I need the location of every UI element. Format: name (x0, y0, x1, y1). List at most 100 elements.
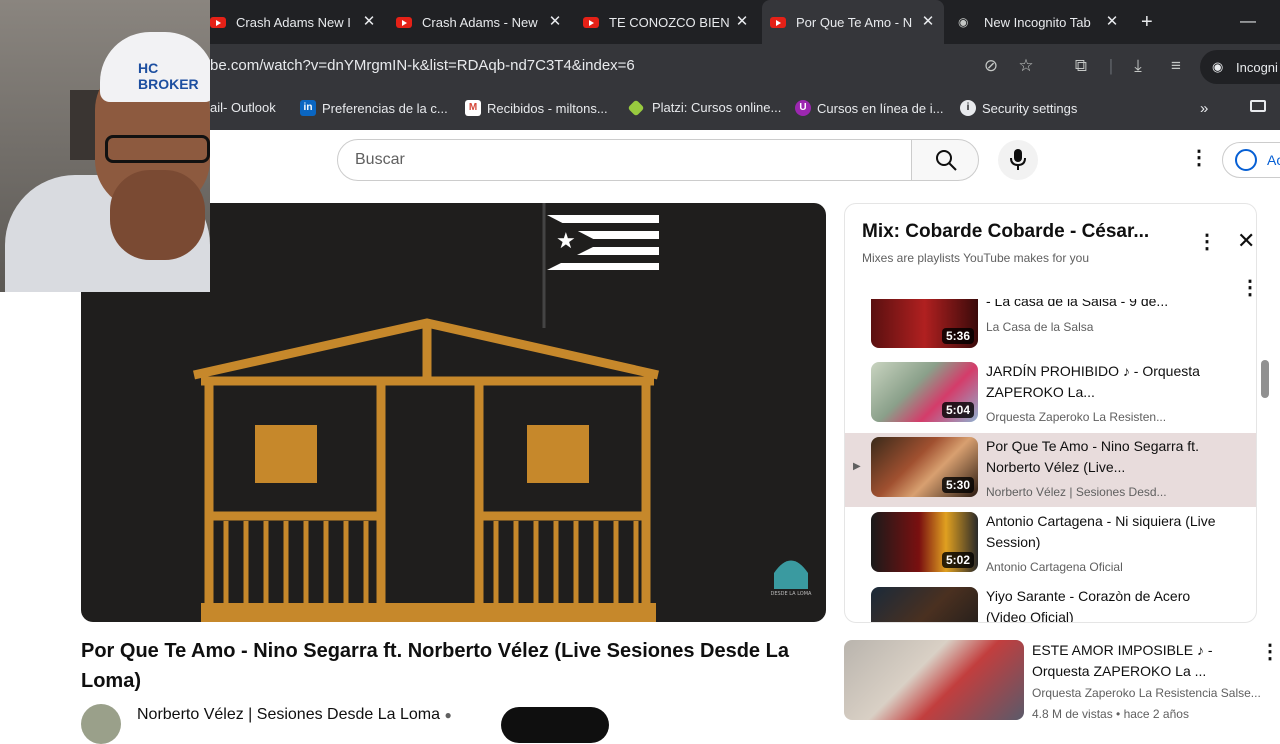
bookmark-outlook[interactable]: ail- Outlook (210, 100, 276, 115)
bookmark-label: Cursos en línea de i... (817, 100, 944, 116)
eye-off-icon[interactable]: ⊘ (980, 56, 1002, 76)
playlist-more-icon[interactable]: ⋮ (1240, 278, 1256, 298)
watermark-label: DESDE LA LOMA (771, 591, 813, 597)
close-tab-icon[interactable]: ✕ (545, 12, 565, 30)
close-tab-icon[interactable]: ✕ (732, 12, 752, 30)
rec-menu-icon[interactable]: ⋮ (1260, 642, 1280, 662)
sign-in-button[interactable]: Ac (1222, 142, 1280, 178)
tab-title: Crash Adams New I (236, 14, 351, 30)
bookmark-label: Recibidos - miltons... (487, 100, 608, 116)
duration-badge: 5:30 (941, 477, 974, 493)
video-thumbnail: 5:30 (871, 437, 978, 497)
tab-crash-adams-2[interactable]: Crash Adams - New ✕ (396, 6, 571, 38)
tab-title: Crash Adams - New (422, 14, 538, 30)
bookmark-label: Preferencias de la c... (322, 100, 448, 116)
voice-search-button[interactable] (998, 140, 1038, 180)
incognito-icon: ◉ (1212, 59, 1224, 74)
close-tab-icon[interactable]: ✕ (359, 12, 379, 30)
close-playlist-icon[interactable]: ✕ (1237, 230, 1255, 252)
search-button[interactable] (911, 139, 979, 181)
bookmark-cursos[interactable]: U Cursos en línea de i... (795, 100, 943, 116)
minimize-icon[interactable]: — (1240, 6, 1260, 38)
item-title: Yiyo Sarante - Corazòn de Acero (Video O… (986, 588, 1191, 623)
bookmark-platzi[interactable]: Platzi: Cursos online... (627, 99, 782, 116)
tab-title: New Incognito Tab (984, 14, 1091, 30)
playlist-item[interactable]: 5:36 - La casa de la Salsa - 9 de... La … (845, 299, 1256, 358)
item-title: - La casa de la Salsa - 9 de... (986, 299, 1169, 309)
cursos-icon: U (795, 100, 811, 116)
person-glasses (105, 135, 210, 163)
now-playing-icon: ▶ (853, 461, 861, 472)
puerto-rico-flag-icon: ★ (547, 215, 659, 270)
porch-railings (223, 521, 639, 603)
youtube-favicon-icon (210, 16, 226, 28)
playlist-scrollbar[interactable] (1261, 360, 1269, 398)
close-tab-icon[interactable]: ✕ (1102, 12, 1122, 30)
incognito-badge[interactable]: ◉ Incogni (1200, 50, 1280, 84)
bookmark-label: Platzi: Cursos online... (652, 100, 782, 115)
duration-badge: 5:36 (941, 328, 974, 344)
media-control-icon[interactable]: ≡ (1165, 56, 1187, 76)
tab-strip: Crash Adams New I ✕ Crash Adams - New ✕ … (210, 0, 1280, 44)
tab-new-incognito[interactable]: ◉ New Incognito Tab ✕ (958, 6, 1128, 38)
youtube-favicon-icon (770, 16, 786, 28)
playlist-item[interactable]: 5:04 JARDÍN PROHIBIDO ♪ - Orquesta ZAPER… (845, 358, 1256, 432)
bookmark-label: Security settings (982, 100, 1078, 116)
new-tab-icon[interactable]: + (1141, 6, 1161, 38)
platzi-icon (627, 99, 645, 116)
address-bar-url[interactable]: be.com/watch?v=dnYMrgmIN-k&list=RDAqb-nd… (210, 57, 635, 74)
tab-title: TE CONOZCO BIEN (609, 14, 730, 30)
bookmark-security[interactable]: i Security settings (960, 100, 1077, 116)
playlist-item[interactable]: 5:02 Antonio Cartagena - Ni siquiera (Li… (845, 508, 1256, 582)
incognito-label: Incogni (1236, 60, 1278, 75)
gmail-icon: M (465, 100, 481, 116)
video-thumbnail: 5:36 (871, 299, 978, 348)
playlist-item[interactable]: Yiyo Sarante - Corazòn de Acero (Video O… (845, 583, 1256, 623)
subscribe-button[interactable] (501, 707, 609, 743)
search-input[interactable]: Buscar (337, 139, 913, 181)
video-thumbnail: 5:04 (871, 362, 978, 422)
account-icon (1235, 149, 1257, 171)
playlist-items: 5:36 - La casa de la Salsa - 9 de... La … (845, 299, 1256, 623)
duration-badge: 5:02 (941, 552, 974, 568)
microphone-icon (1010, 149, 1026, 170)
bookmarks-bar: ail- Outlook in Preferencias de la c... … (210, 90, 1280, 126)
rec-channel: Orquesta Zaperoko La Resistencia Salse..… (1032, 686, 1261, 700)
incognito-icon: ◉ (958, 15, 969, 29)
tab-title: Por Que Te Amo - N (796, 14, 913, 30)
video-thumbnail (871, 587, 978, 622)
tab-crash-adams-1[interactable]: Crash Adams New I ✕ (210, 6, 385, 38)
divider-icon: | (1108, 56, 1114, 75)
recommended-video[interactable]: ESTE AMOR IMPOSIBLE ♪ - Orquesta ZAPEROK… (844, 640, 1280, 721)
google-lens-icon[interactable]: ⧉ (1070, 56, 1092, 76)
linkedin-icon: in (300, 100, 316, 116)
tab-te-conozco[interactable]: TE CONOZCO BIEN ✕ (583, 6, 758, 38)
video-title: Por Que Te Amo - Nino Segarra ft. Norber… (81, 640, 789, 692)
download-icon[interactable]: ⤓ (1127, 56, 1149, 76)
item-channel: La Casa de la Salsa (986, 320, 1094, 334)
settings-menu-icon[interactable]: ⋮ (1189, 148, 1209, 168)
channel-name-label: Norberto Vélez | Sesiones Desde La Loma (137, 706, 440, 723)
bookmark-star-icon[interactable]: ☆ (1015, 56, 1037, 76)
youtube-favicon-icon (583, 16, 599, 28)
channel-watermark: DESDE LA LOMA (771, 560, 813, 597)
playlist-item-current[interactable]: ▶ 5:30 Por Que Te Amo - Nino Segarra ft.… (845, 433, 1256, 507)
item-channel: Antonio Cartagena Oficial (986, 560, 1123, 574)
bookmark-gmail[interactable]: M Recibidos - miltons... (465, 100, 608, 116)
channel-avatar[interactable] (81, 704, 121, 744)
folder-icon[interactable] (1250, 100, 1266, 112)
channel-name[interactable]: Norberto Vélez | Sesiones Desde La Loma … (137, 706, 452, 724)
webcam-overlay: HC BROKER (0, 0, 210, 292)
info-icon: i (960, 100, 976, 116)
close-tab-icon[interactable]: ✕ (918, 12, 938, 30)
item-channel: Norberto Vélez | Sesiones Desd... (986, 485, 1167, 499)
item-title: Por Que Te Amo - Nino Segarra ft. Norber… (986, 438, 1199, 475)
video-thumbnail: 5:02 (871, 512, 978, 572)
youtube-favicon-icon (396, 16, 412, 28)
bookmark-linkedin[interactable]: in Preferencias de la c... (300, 100, 448, 116)
tab-por-que-te-amo[interactable]: Por Que Te Amo - N ✕ (762, 0, 944, 44)
item-title: JARDÍN PROHIBIDO ♪ - Orquesta ZAPEROKO L… (986, 363, 1200, 400)
rec-meta: 4.8 M de vistas • hace 2 años (1032, 707, 1189, 721)
playlist-menu-icon[interactable]: ⋮ (1197, 232, 1217, 252)
more-bookmarks-icon[interactable]: » (1200, 100, 1208, 117)
